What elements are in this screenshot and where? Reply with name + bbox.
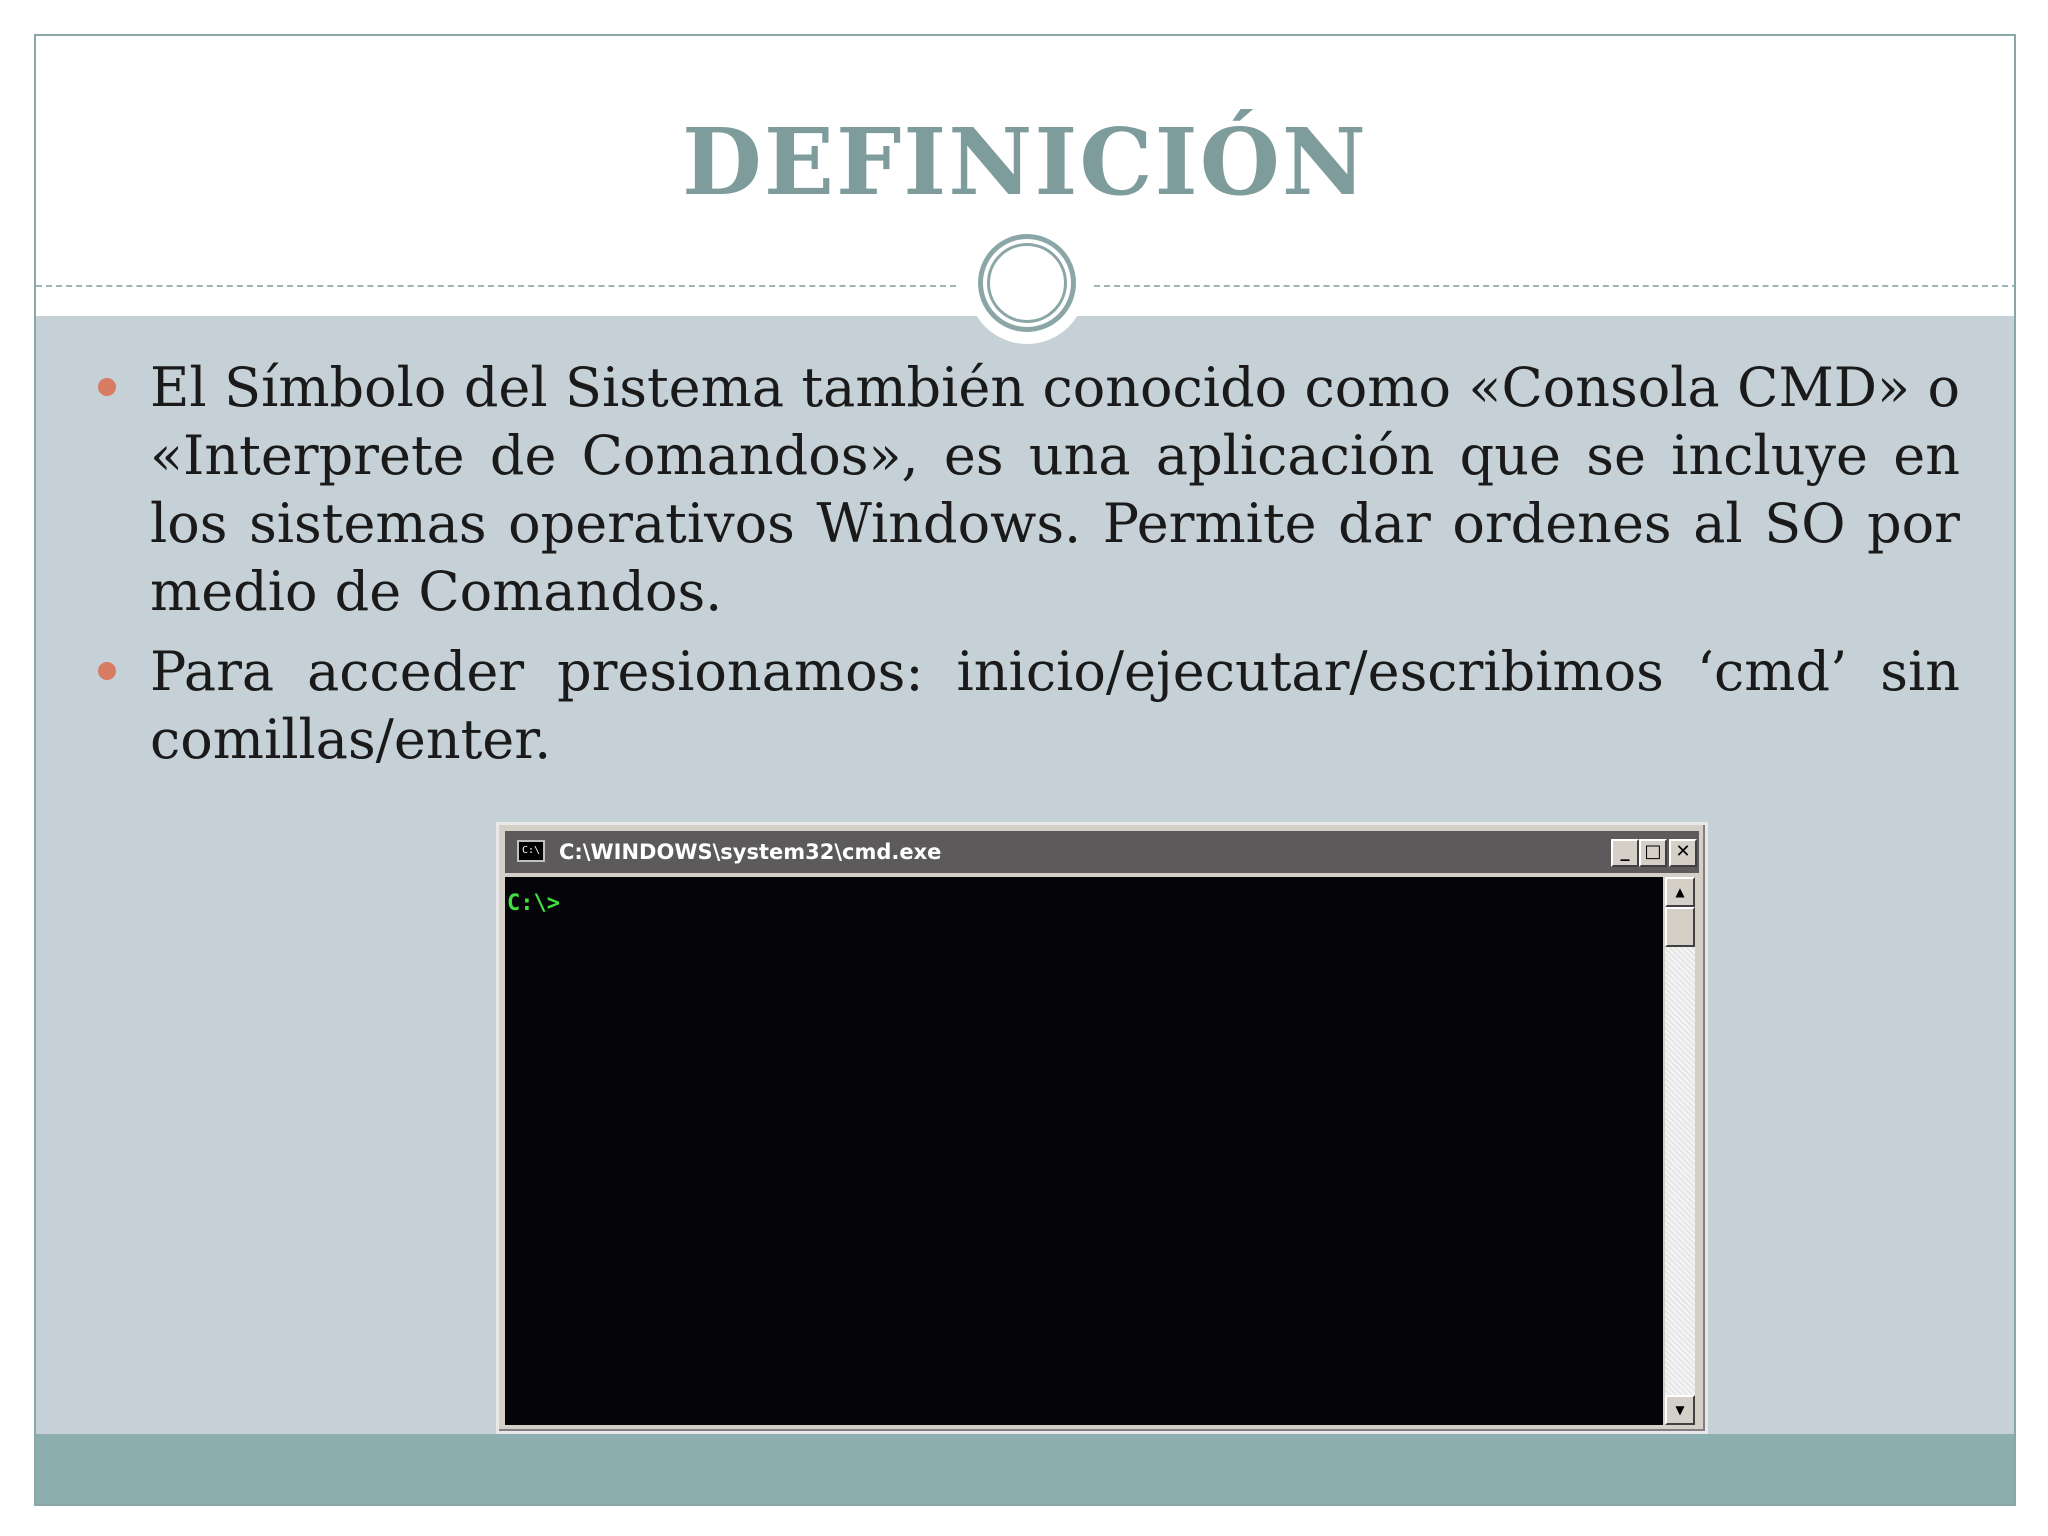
cmd-console[interactable]: C:\> xyxy=(505,877,1663,1425)
scroll-down-arrow-icon[interactable]: ▼ xyxy=(1665,1395,1695,1425)
maximize-button[interactable]: □ xyxy=(1639,839,1667,867)
cmd-window-screenshot: C:\ C:\WINDOWS\system32\cmd.exe _ □ ✕ C:… xyxy=(496,822,1708,1434)
footer-band xyxy=(36,1434,2014,1504)
cmd-prompt: C:\> xyxy=(507,891,560,916)
list-item: Para acceder presionamos: inicio/ejecuta… xyxy=(98,638,1960,774)
bullet-text: El Símbolo del Sistema también conocido … xyxy=(150,356,1960,623)
divider-circle-inner xyxy=(987,243,1067,323)
vertical-scrollbar[interactable]: ▲ ▼ xyxy=(1665,877,1695,1425)
minimize-button[interactable]: _ xyxy=(1611,839,1639,867)
bullet-list: El Símbolo del Sistema también conocido … xyxy=(98,354,1960,786)
cmd-titlebar: C:\ C:\WINDOWS\system32\cmd.exe _ □ ✕ xyxy=(505,831,1699,873)
bullet-text: Para acceder presionamos: inicio/ejecuta… xyxy=(150,640,1960,771)
bullet-icon xyxy=(98,662,116,680)
list-item: El Símbolo del Sistema también conocido … xyxy=(98,354,1960,626)
scroll-thumb[interactable] xyxy=(1665,907,1695,947)
slide-title: DEFINICIÓN xyxy=(682,108,1368,216)
close-button[interactable]: ✕ xyxy=(1669,839,1697,867)
divider-right xyxy=(1094,285,2014,287)
bullet-icon xyxy=(98,378,116,396)
divider-left xyxy=(36,285,956,287)
slide: DEFINICIÓN El Símbolo del Sistema tambié… xyxy=(34,34,2016,1506)
terminal-icon: C:\ xyxy=(517,840,545,862)
cmd-window-title: C:\WINDOWS\system32\cmd.exe xyxy=(559,840,942,864)
scroll-up-arrow-icon[interactable]: ▲ xyxy=(1665,877,1695,907)
